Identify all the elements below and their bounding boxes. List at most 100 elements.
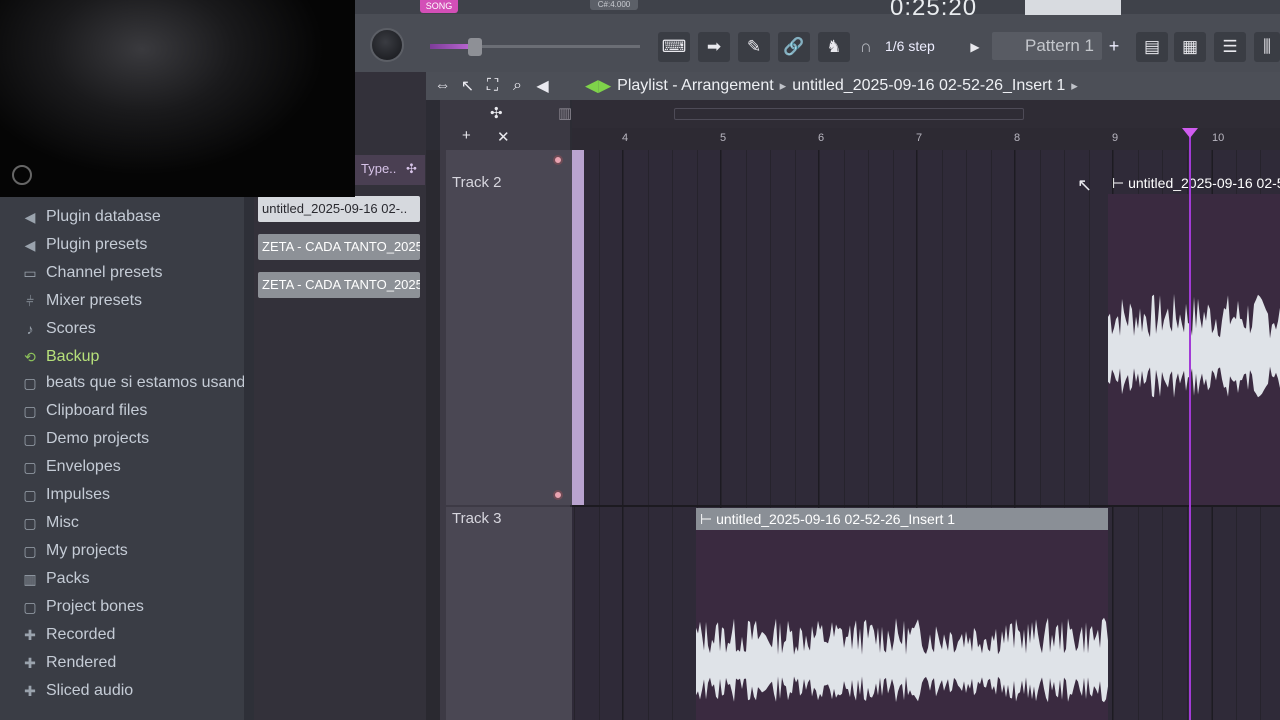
playlist-window-icon[interactable]: ▤ [1136, 32, 1168, 62]
ruler-bar-number: 6 [818, 132, 825, 144]
browser-item[interactable]: ⟲ Backup [22, 343, 99, 371]
fl-studio-window: SONG C#:4.000 0:25:20 ⌨ ➡ ✎ 🔗 ♞ ∩ 1/6 st… [0, 0, 1280, 720]
playlist-overview[interactable] [572, 100, 1280, 128]
waveform-track2 [1108, 293, 1280, 398]
playhead[interactable] [1189, 136, 1191, 720]
browser-item-label: beats que si estamos usando [46, 374, 255, 391]
draw-tool-icon[interactable]: ✎ [738, 32, 770, 62]
track-mute-indicator[interactable] [553, 155, 563, 165]
ruler-bar-number: 7 [916, 132, 923, 144]
browser-item-label: My projects [46, 542, 128, 559]
zoom-fit-icon[interactable]: ⛶ [480, 77, 505, 95]
playlist-title-bar: ✐ ⊘ ✕ ⇔ ↖ ⛶ ⌕ ◀ ◀▶ Playlist - Arrangemen… [355, 72, 1280, 100]
browser-scrollbar[interactable] [244, 197, 254, 720]
playhead-marker[interactable] [1182, 128, 1198, 138]
browser-item[interactable]: ✚ Sliced audio [22, 677, 133, 705]
step-edit-icon[interactable]: ➡ [698, 32, 730, 62]
folder-icon: ▢ [23, 374, 37, 391]
browser-item-label: Envelopes [46, 458, 121, 475]
browser-item[interactable]: ▢ Misc [22, 509, 79, 537]
slip-tool-icon[interactable]: ⇔ [430, 77, 455, 95]
play-arrow-icon[interactable]: ◀▶ [585, 76, 611, 96]
add-track-icon[interactable]: + [462, 127, 471, 144]
folder-icon: ▢ [23, 458, 37, 475]
track-header-2[interactable]: Track 2 [446, 150, 572, 505]
clip-arrow-icon: ⊢ [700, 511, 717, 527]
note-icon: ♪ [26, 321, 34, 337]
mixer-icon: ⫩ [25, 292, 35, 309]
browser-item[interactable]: ▢ My projects [22, 537, 128, 565]
add-pattern-button[interactable]: + [1103, 32, 1125, 60]
track-tools-icon[interactable]: ✣ [490, 104, 503, 122]
slider-thumb[interactable] [468, 38, 482, 56]
browser-item-label: Mixer presets [46, 292, 143, 309]
grid-bar-line [622, 150, 623, 720]
timeline-ruler[interactable]: 4 5 6 7 8 9 10 [572, 128, 1280, 150]
browser-item[interactable]: ▢ Envelopes [22, 453, 121, 481]
browser-item-label: Scores [46, 320, 96, 337]
track-header-3[interactable]: Track 3 [446, 507, 572, 720]
browser-item-label: Channel presets [46, 264, 163, 281]
channel-rack-icon[interactable]: ☰ [1214, 32, 1246, 62]
browser-item[interactable]: ▢ Clipboard files [22, 397, 147, 425]
link-icon[interactable]: 🔗 [778, 32, 810, 62]
piano-roll-icon[interactable]: ▦ [1174, 32, 1206, 62]
ruler-bar-number: 10 [1212, 132, 1225, 144]
browser-item[interactable]: ▢ beats que si estamos usando [22, 369, 254, 397]
browser-item-label: Backup [46, 348, 100, 365]
overview-scroll-bar[interactable] [674, 108, 1024, 120]
backup-folder-icon: ⟲ [24, 348, 36, 365]
grid-beat-line [672, 150, 673, 720]
picker-type-filter[interactable]: Type.. ✣ [355, 155, 425, 185]
browser-item[interactable]: ✚ Recorded [22, 621, 115, 649]
sliced-icon: ✚ [24, 682, 36, 699]
metronome-icon[interactable]: ♞ [818, 32, 850, 62]
transport-strip [355, 0, 1280, 14]
browser-item[interactable]: ▭ Channel presets [22, 259, 163, 287]
browser-item-label: Demo projects [46, 430, 150, 447]
arrangement-area[interactable]: 4 5 6 7 8 9 10 ⊢ untitled_2025-09-16 02-52-26_… [572, 100, 1280, 720]
remove-track-icon[interactable]: ✕ [497, 128, 510, 146]
browser-item[interactable]: ▢ Project bones [22, 593, 143, 621]
select-tool-icon[interactable]: ↖ [455, 76, 480, 96]
browser-item[interactable]: ◀ Plugin database [22, 203, 161, 231]
folder-icon: ▢ [23, 598, 37, 615]
snap-selector[interactable]: 1/6 step [880, 32, 958, 60]
browser-item-label: Misc [46, 514, 79, 531]
clip-source-item[interactable]: ZETA - CADA TANTO_2025.. [258, 234, 420, 260]
picker-mode-icon[interactable]: ✣ [406, 161, 417, 176]
magnet-icon[interactable]: ∩ [855, 32, 877, 62]
browser-item[interactable]: ♪ Scores [22, 315, 96, 343]
playback-tool-icon[interactable]: ◀ [530, 76, 555, 96]
breadcrumb-arrow-icon: ▸ [779, 78, 787, 93]
zoom-tool-icon[interactable]: ⌕ [505, 77, 530, 95]
loop-marker[interactable] [572, 150, 584, 505]
browser-item[interactable]: ◀ Plugin presets [22, 231, 148, 259]
track-mute-indicator[interactable] [553, 490, 563, 500]
song-mode-button[interactable]: SONG [420, 0, 458, 13]
pattern-selector[interactable]: Pattern 1 [992, 32, 1102, 60]
playlist-title: Playlist - Arrangement [617, 77, 774, 94]
browser-item[interactable]: ▢ Impulses [22, 481, 110, 509]
browser-item[interactable]: ✚ Rendered [22, 649, 116, 677]
picker-scrollbar[interactable] [426, 150, 440, 720]
clip-source-item[interactable]: ZETA - CADA TANTO_2025.. [258, 272, 420, 298]
clip-title-track3[interactable]: ⊢ untitled_2025-09-16 02-52-26_Insert 1 [696, 508, 1108, 530]
play-pattern-icon[interactable]: ▶ [962, 32, 988, 62]
browser-item[interactable]: ▢ Demo projects [22, 425, 149, 453]
folder-icon: ▢ [23, 542, 37, 559]
webcam-logo-icon [12, 165, 32, 185]
clip-title-track2[interactable]: ⊢ untitled_2025-09-16 02-52-26_Insert 1 [1108, 172, 1280, 194]
browser-item[interactable]: ▥ Packs [22, 565, 89, 593]
mixer-icon[interactable]: ⫼ [1254, 32, 1280, 62]
piano-icon[interactable]: ▥ [558, 104, 572, 122]
time-display[interactable]: 0:25:20 [890, 0, 977, 22]
clip-source-item[interactable]: untitled_2025-09-16 02-.. [258, 196, 420, 222]
typing-keyboard-icon[interactable]: ⌨ [658, 32, 690, 62]
master-volume-knob[interactable] [370, 28, 404, 62]
browser-item[interactable]: ⫩ Mixer presets [22, 287, 142, 315]
pitch-display: C#:4.000 [590, 0, 638, 10]
ruler-bar-number: 5 [720, 132, 727, 144]
browser-item-label: Clipboard files [46, 402, 148, 419]
folder-icon: ▢ [23, 430, 37, 447]
